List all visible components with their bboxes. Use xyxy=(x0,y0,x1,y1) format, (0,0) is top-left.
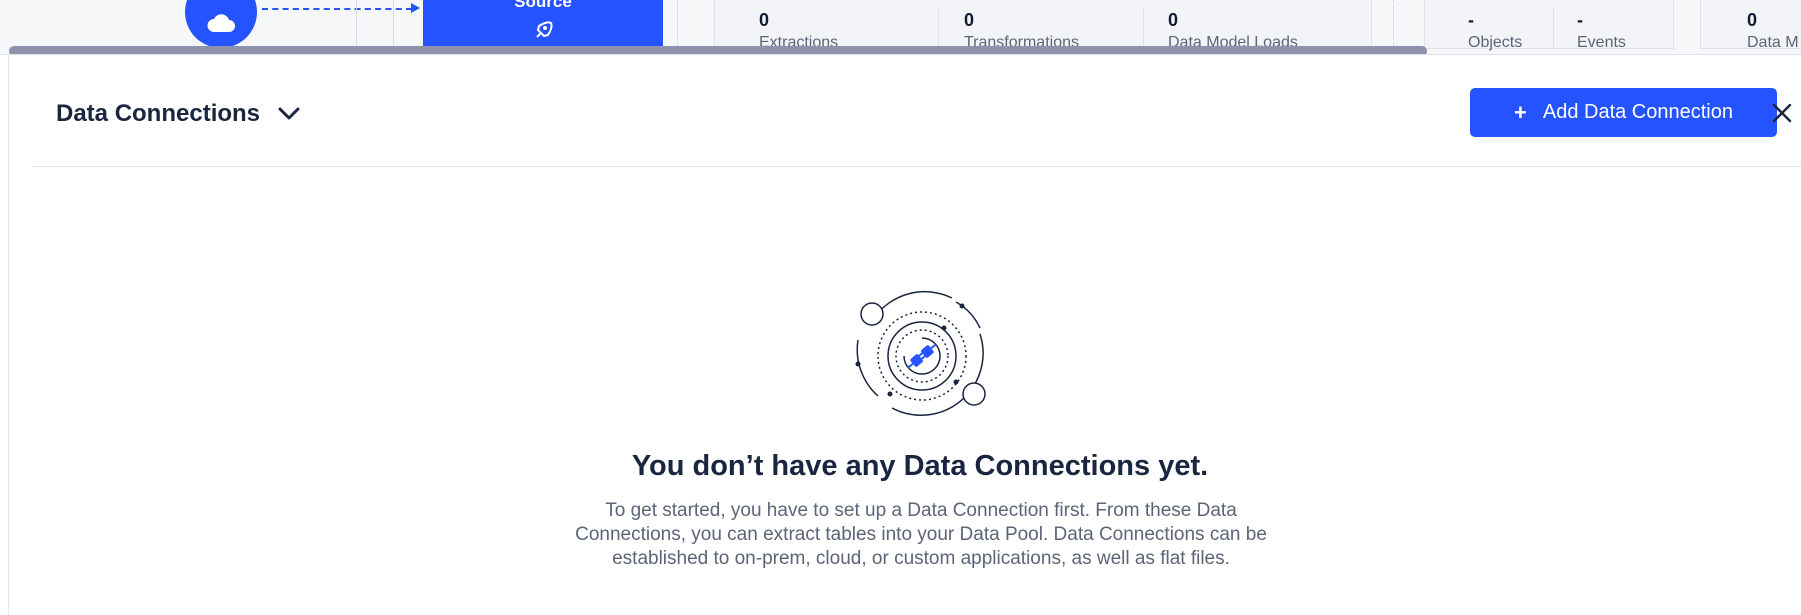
stat-value: 0 xyxy=(759,10,770,30)
stats-group-objects: - Objects - Events xyxy=(1424,0,1674,52)
add-data-connection-label: Add Data Connection xyxy=(1542,101,1733,123)
source-label: Source xyxy=(514,0,572,11)
stat-label: Data M xyxy=(1747,34,1799,51)
stats-group-processing: 0 Extractions 0 Transformations 0 Data M… xyxy=(714,0,1372,51)
rocket-icon xyxy=(531,20,555,47)
divider xyxy=(1553,8,1554,48)
stat-value: 0 xyxy=(1168,10,1179,30)
plug-icon xyxy=(907,343,937,369)
plug-orbit-illustration xyxy=(855,290,986,416)
stat-label: Objects xyxy=(1468,34,1523,51)
stat-value: 0 xyxy=(1747,10,1758,30)
horizontal-scrollbar[interactable] xyxy=(9,46,1427,54)
stat-value: - xyxy=(1577,10,1583,30)
pipeline-strip: Source 0 Extractions 0 Transformations 0… xyxy=(0,0,1801,55)
cloud-source-node[interactable] xyxy=(185,0,257,48)
empty-state-title: You don’t have any Data Connections yet. xyxy=(631,450,1209,482)
stat-value: 0 xyxy=(964,10,975,30)
stat-events: - Events xyxy=(1577,10,1626,52)
panel-left-border xyxy=(8,54,9,615)
stats-group-data-model: 0 Data M xyxy=(1700,0,1801,52)
stat-objects: - Objects xyxy=(1468,10,1522,52)
stat-data-model: 0 Data M xyxy=(1747,10,1799,52)
source-card[interactable]: Source xyxy=(423,0,663,48)
panel-title: Data Connections xyxy=(56,100,261,127)
divider xyxy=(938,8,939,48)
chevron-down-icon xyxy=(278,107,300,120)
stat-value: - xyxy=(1468,10,1474,30)
plus-icon: + xyxy=(1514,99,1527,125)
panel-title-dropdown[interactable]: Data Connections xyxy=(56,100,300,128)
add-data-connection-button[interactable]: + Add Data Connection xyxy=(1470,88,1777,137)
stat-label: Events xyxy=(1577,34,1626,51)
panel-header: Data Connections + Add Data Connection xyxy=(33,60,1801,167)
close-icon xyxy=(1772,103,1792,123)
close-button[interactable] xyxy=(1768,99,1796,127)
flow-arrow xyxy=(262,3,420,13)
divider xyxy=(1143,8,1144,48)
cloud-icon xyxy=(207,14,235,32)
empty-state-description: To get started, you have to set up a Dat… xyxy=(575,500,1267,569)
